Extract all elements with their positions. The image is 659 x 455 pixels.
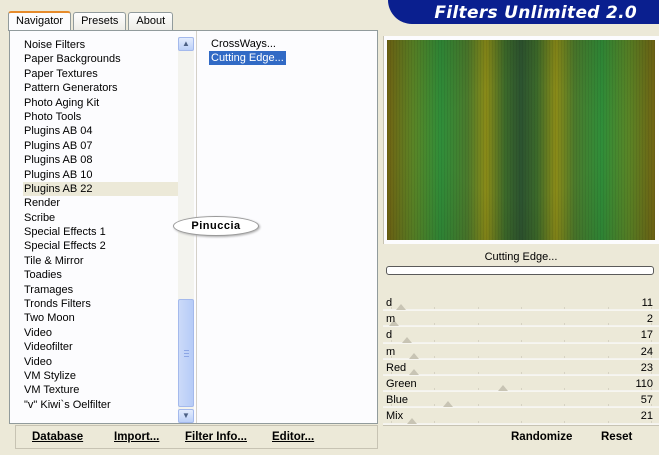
randomize-button[interactable]: Randomize — [511, 431, 572, 443]
category-item[interactable]: Pattern Generators — [23, 81, 183, 95]
category-item[interactable]: Tramages — [23, 283, 183, 297]
category-list[interactable]: Noise Filters Paper Backgrounds Paper Text… — [23, 38, 183, 423]
category-item[interactable]: "v" Kiwi`s Oelfilter — [23, 398, 183, 412]
scroll-up-icon[interactable]: ▲ — [178, 37, 194, 51]
tab-navigator[interactable]: Navigator — [8, 11, 72, 31]
category-item[interactable]: Videofilter — [23, 340, 183, 354]
category-item[interactable]: Photo Tools — [23, 110, 183, 124]
category-item[interactable]: Tronds Filters — [23, 297, 183, 311]
slider-thumb[interactable] — [443, 401, 454, 408]
category-item[interactable]: Render — [23, 196, 183, 210]
database-button[interactable]: Database — [32, 431, 83, 443]
param-value: 2 — [646, 313, 653, 326]
preview-image — [387, 40, 655, 240]
category-item[interactable]: Photo Aging Kit — [23, 96, 183, 110]
param-row[interactable]: Blue 57 — [383, 392, 659, 409]
param-label: m — [386, 313, 396, 326]
slider-track[interactable] — [383, 406, 659, 408]
slider-track[interactable] — [383, 373, 659, 375]
category-item[interactable]: Video — [23, 355, 183, 369]
category-item[interactable]: Paper Backgrounds — [23, 52, 183, 66]
param-value: 110 — [635, 377, 653, 390]
reset-button[interactable]: Reset — [601, 431, 632, 443]
category-item[interactable]: Paper Textures — [23, 67, 183, 81]
slider-track[interactable] — [383, 309, 659, 311]
param-label: Green — [386, 377, 417, 390]
slider-thumb[interactable] — [409, 352, 420, 359]
watermark-stamp: Pinuccia — [173, 216, 259, 236]
grip-icon — [184, 350, 189, 357]
param-label: Blue — [386, 394, 409, 407]
slider-track[interactable] — [383, 341, 659, 343]
filter-item[interactable]: Cutting Edge... — [209, 51, 286, 65]
tab-about[interactable]: About — [128, 12, 174, 31]
preview-panel — [383, 36, 659, 244]
tab-strip: Navigator Presets About — [8, 11, 175, 31]
tab-presets[interactable]: Presets — [73, 12, 127, 31]
param-label: d — [386, 329, 393, 342]
param-value: 17 — [640, 329, 653, 342]
param-label: Mix — [386, 410, 404, 423]
category-item[interactable]: Toadies — [23, 268, 183, 282]
slider-thumb[interactable] — [396, 304, 407, 311]
category-item[interactable]: Plugins AB 04 — [23, 124, 183, 138]
slider-thumb[interactable] — [497, 385, 508, 392]
left-button-bar: Database Import... Filter Info... Editor… — [15, 425, 378, 449]
slider-thumb[interactable] — [401, 336, 412, 343]
category-item[interactable]: Two Moon — [23, 311, 183, 325]
app-title-banner: Filters Unlimited 2.0 — [388, 0, 659, 24]
param-value: 57 — [640, 394, 653, 407]
param-row[interactable]: d 11 — [383, 295, 659, 312]
category-item[interactable]: VM Stylize — [23, 369, 183, 383]
slider-thumb[interactable] — [409, 368, 420, 375]
category-item[interactable]: Plugins AB 22 — [23, 181, 183, 197]
param-label: Red — [386, 361, 407, 374]
slider-track[interactable] — [383, 357, 659, 359]
category-item[interactable]: Tile & Mirror — [23, 254, 183, 268]
category-item[interactable]: Noise Filters — [23, 38, 183, 52]
param-row[interactable]: m 24 — [383, 344, 659, 360]
scrollbar-thumb[interactable] — [178, 299, 194, 407]
scroll-down-icon[interactable]: ▼ — [178, 409, 194, 423]
category-item[interactable]: Video — [23, 326, 183, 340]
filter-item[interactable]: CrossWays... — [209, 37, 278, 51]
param-row[interactable]: d 17 — [383, 327, 659, 344]
slider-track[interactable] — [383, 390, 659, 392]
param-row[interactable]: Green 110 — [383, 376, 659, 393]
category-item[interactable]: Plugins AB 07 — [23, 139, 183, 153]
filter-info-button[interactable]: Filter Info... — [185, 431, 247, 443]
category-item[interactable]: Plugins AB 08 — [23, 153, 183, 167]
slider-track[interactable] — [383, 422, 659, 424]
right-button-bar: Randomize Reset — [383, 425, 659, 449]
import-button[interactable]: Import... — [114, 431, 159, 443]
param-row[interactable]: m2 — [383, 311, 659, 328]
slider-track[interactable] — [383, 325, 659, 327]
category-item[interactable]: Scribe — [23, 211, 183, 225]
category-item[interactable]: Special Effects 2 — [23, 239, 183, 253]
category-item[interactable]: Plugins AB 10 — [23, 168, 183, 182]
param-value: 11 — [641, 297, 653, 309]
param-row[interactable]: Red 23 — [383, 360, 659, 376]
param-value: 23 — [640, 361, 653, 374]
param-value: 24 — [640, 345, 653, 358]
param-label: m — [386, 345, 396, 358]
param-row[interactable]: Mix 21 — [383, 408, 659, 425]
editor-button[interactable]: Editor... — [272, 431, 314, 443]
param-label: d — [386, 297, 393, 309]
category-item[interactable]: Special Effects 1 — [23, 225, 183, 239]
slider-thumb[interactable] — [406, 417, 417, 424]
param-value: 21 — [640, 410, 653, 423]
progress-bar — [386, 266, 654, 275]
category-item[interactable]: VM Texture — [23, 383, 183, 397]
parameter-sliders: d 11 m 2 d 17 m 24 Red 23 Green 110 Blue 57 Mix 21 — [383, 295, 659, 425]
filter-list[interactable]: CrossWays... Cutting Edge... — [207, 37, 367, 65]
